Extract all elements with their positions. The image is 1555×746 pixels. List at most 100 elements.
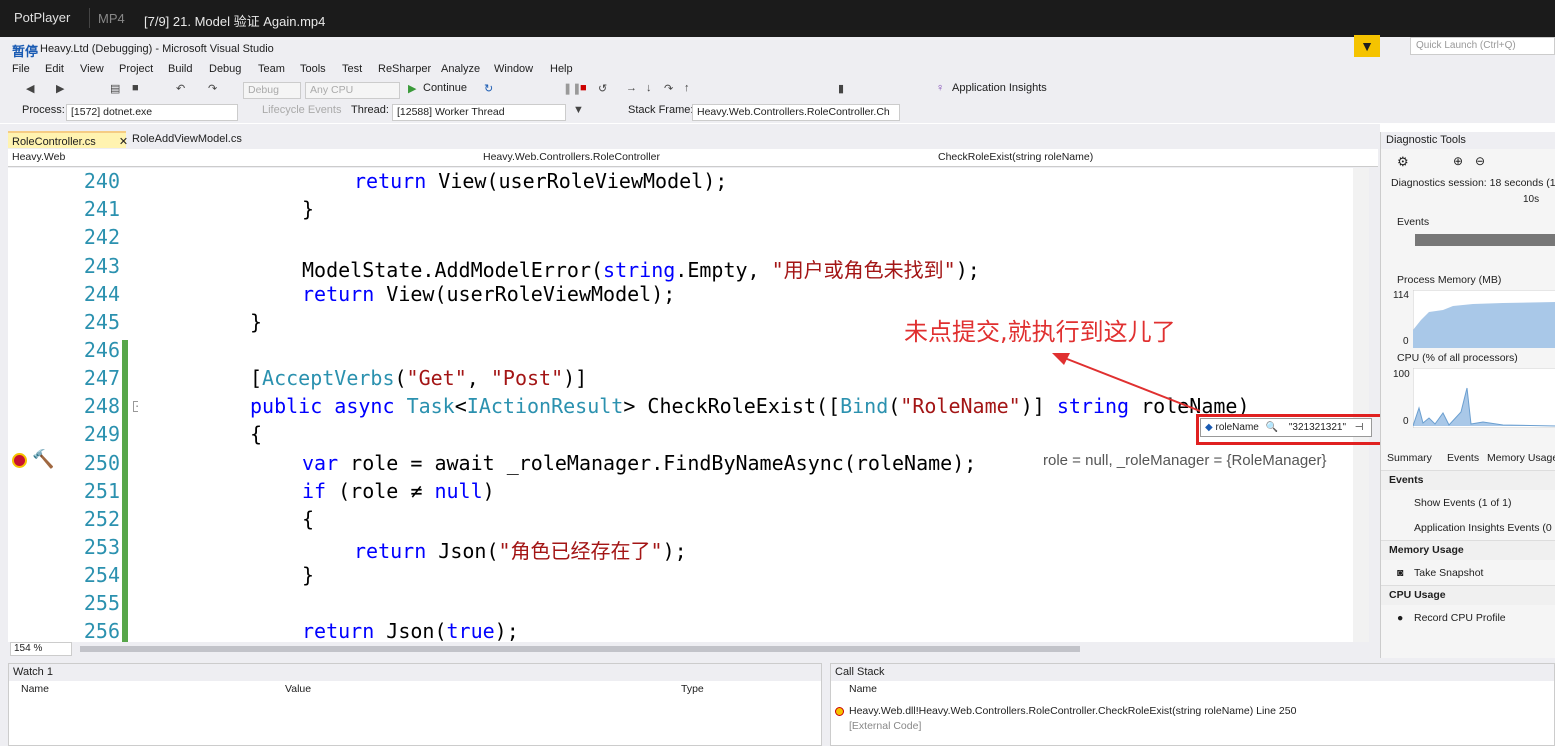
settings-icon[interactable]: ⚙ bbox=[1397, 154, 1409, 170]
back-icon[interactable]: ◀ bbox=[26, 82, 34, 95]
stack-frame-label: Stack Frame: bbox=[628, 104, 694, 116]
pause-icon[interactable]: ❚❚ bbox=[563, 82, 581, 95]
step-over-icon[interactable]: ↷ bbox=[664, 82, 673, 95]
filter-icon[interactable]: ▼ bbox=[1354, 35, 1380, 57]
watch-col-value[interactable]: Value bbox=[285, 683, 311, 695]
watch-col-name[interactable]: Name bbox=[21, 683, 49, 695]
menu-debug[interactable]: Debug bbox=[209, 63, 241, 75]
potplayer-menu[interactable]: PotPlayer bbox=[14, 10, 70, 25]
class-dropdown[interactable]: Heavy.Web.Controllers.RoleController bbox=[483, 151, 660, 163]
code-line-256: return Json(true); bbox=[302, 619, 519, 642]
record-cpu-profile-button[interactable]: Record CPU Profile bbox=[1414, 612, 1506, 624]
callstack-row[interactable]: [External Code] bbox=[849, 720, 921, 732]
process-select[interactable]: [1572] dotnet.exe bbox=[66, 104, 238, 121]
memory-graph-label: Process Memory (MB) bbox=[1397, 274, 1502, 286]
events-section: Events bbox=[1381, 470, 1555, 490]
zoom-select[interactable]: 154 % bbox=[10, 642, 72, 656]
menu-bar: File Edit View Project Build Debug Team … bbox=[0, 61, 1555, 79]
datatip-value[interactable]: "321321321" bbox=[1289, 422, 1346, 433]
horizontal-scrollbar[interactable] bbox=[80, 646, 1080, 652]
zoom-out-icon[interactable]: ⊖ bbox=[1475, 154, 1485, 168]
restart-icon[interactable]: ↻ bbox=[484, 82, 493, 95]
menu-analyze[interactable]: Analyze bbox=[441, 63, 480, 75]
tab-events[interactable]: Events bbox=[1447, 452, 1479, 464]
tab-roleaddviewmodel[interactable]: RoleAddViewModel.cs bbox=[128, 131, 246, 148]
menu-view[interactable]: View bbox=[80, 63, 104, 75]
line-number: 248 bbox=[83, 394, 120, 418]
inline-debug-values: role = null, _roleManager = {RoleManager… bbox=[1043, 452, 1327, 469]
tab-summary[interactable]: Summary bbox=[1387, 452, 1432, 464]
vertical-scrollbar[interactable] bbox=[1353, 168, 1369, 642]
continue-icon[interactable]: ▶ bbox=[408, 82, 416, 95]
debug-location-toolbar: Process: [1572] dotnet.exe Lifecycle Eve… bbox=[0, 101, 1555, 123]
pin-icon[interactable]: ⊣ bbox=[1355, 422, 1364, 433]
code-line-244: return View(userRoleViewModel); bbox=[302, 282, 676, 306]
application-insights-button[interactable]: Application Insights bbox=[952, 82, 1047, 94]
variable-icon: ◆ bbox=[1205, 422, 1213, 433]
flag-filter-icon[interactable]: ▼ bbox=[573, 104, 584, 116]
timeline-tick: 10s bbox=[1523, 194, 1540, 205]
menu-help[interactable]: Help bbox=[550, 63, 573, 75]
process-label: Process: bbox=[22, 104, 65, 116]
line-number: 247 bbox=[83, 366, 120, 390]
menu-tools[interactable]: Tools bbox=[300, 63, 326, 75]
tab-memory-usage[interactable]: Memory Usage bbox=[1487, 452, 1555, 464]
line-number: 240 bbox=[83, 169, 120, 193]
line-number: 254 bbox=[83, 563, 120, 587]
platform-select[interactable]: Any CPU bbox=[305, 82, 400, 99]
lifecycle-events-button[interactable]: Lifecycle Events bbox=[262, 104, 341, 116]
callstack-panel: Call Stack Name Heavy.Web.dll!Heavy.Web.… bbox=[830, 663, 1555, 746]
insights-icon: ♀ bbox=[936, 82, 945, 94]
magnifier-icon[interactable]: 🔍 bbox=[1266, 422, 1278, 433]
show-next-statement-icon[interactable]: → bbox=[626, 82, 637, 94]
save-icon[interactable]: ■ bbox=[132, 82, 139, 94]
media-title: [7/9] 21. Model 验证 Again.mp4 bbox=[144, 14, 326, 29]
menu-edit[interactable]: Edit bbox=[45, 63, 64, 75]
member-dropdown[interactable]: CheckRoleExist(string roleName) bbox=[938, 151, 1093, 163]
code-line-252: { bbox=[302, 507, 315, 531]
cpu-graph-label: CPU (% of all processors) bbox=[1397, 352, 1518, 364]
menu-project[interactable]: Project bbox=[119, 63, 153, 75]
callstack-col-name[interactable]: Name bbox=[849, 683, 877, 695]
undo-icon[interactable]: ↶ bbox=[176, 82, 185, 95]
quick-launch-input[interactable]: Quick Launch (Ctrl+Q) bbox=[1410, 37, 1555, 55]
breakpoint-icon[interactable] bbox=[12, 453, 27, 468]
navigation-bar: Heavy.Web Heavy.Web.Controllers.RoleCont… bbox=[8, 149, 1378, 167]
menu-build[interactable]: Build bbox=[168, 63, 192, 75]
menu-window[interactable]: Window bbox=[494, 63, 533, 75]
take-snapshot-button[interactable]: Take Snapshot bbox=[1414, 567, 1483, 579]
menu-file[interactable]: File bbox=[12, 63, 30, 75]
step-out-icon[interactable]: ↑ bbox=[684, 82, 690, 94]
config-select[interactable]: Debug bbox=[243, 82, 301, 99]
show-events-link[interactable]: Show Events (1 of 1) bbox=[1414, 497, 1511, 509]
menu-test[interactable]: Test bbox=[342, 63, 362, 75]
continue-button[interactable]: Continue bbox=[423, 82, 467, 94]
step-into-icon[interactable]: ↓ bbox=[646, 82, 652, 94]
bookmark-icon[interactable]: ▮ bbox=[838, 82, 844, 95]
ai-events-link[interactable]: Application Insights Events (0 c bbox=[1414, 522, 1555, 534]
close-icon[interactable]: ✕ bbox=[119, 136, 128, 148]
tab-rolecontroller[interactable]: RoleController.cs ✕ bbox=[8, 131, 128, 148]
thread-select[interactable]: [12588] Worker Thread bbox=[392, 104, 566, 121]
project-dropdown[interactable]: Heavy.Web bbox=[12, 151, 462, 163]
menu-team[interactable]: Team bbox=[258, 63, 285, 75]
restart-debug-icon[interactable]: ↺ bbox=[598, 82, 607, 95]
watch-col-type[interactable]: Type bbox=[681, 683, 704, 695]
line-number: 256 bbox=[83, 619, 120, 643]
forward-icon[interactable]: ▶ bbox=[56, 82, 64, 95]
stack-frame-select[interactable]: Heavy.Web.Controllers.RoleController.Ch bbox=[692, 104, 900, 121]
camera-icon: ◙ bbox=[1397, 567, 1404, 579]
editor-status-row: 154 % bbox=[8, 642, 1378, 656]
open-icon[interactable]: ▤ bbox=[110, 82, 120, 95]
stop-icon[interactable]: ■ bbox=[580, 82, 587, 94]
line-number: 249 bbox=[83, 422, 120, 446]
hammer-icon[interactable]: 🔨 bbox=[32, 449, 54, 470]
datatip[interactable]: ◆ roleName 🔍 "321321321" ⊣ bbox=[1200, 418, 1372, 437]
cpu-min: 0 bbox=[1403, 416, 1409, 427]
callstack-row[interactable]: Heavy.Web.dll!Heavy.Web.Controllers.Role… bbox=[849, 705, 1296, 717]
menu-resharper[interactable]: ReSharper bbox=[378, 63, 431, 75]
code-line-253: return Json("角色已经存在了"); bbox=[354, 539, 687, 563]
zoom-in-icon[interactable]: ⊕ bbox=[1453, 154, 1463, 168]
diagnostic-tools-title: Diagnostic Tools bbox=[1381, 132, 1555, 149]
redo-icon[interactable]: ↷ bbox=[208, 82, 217, 95]
